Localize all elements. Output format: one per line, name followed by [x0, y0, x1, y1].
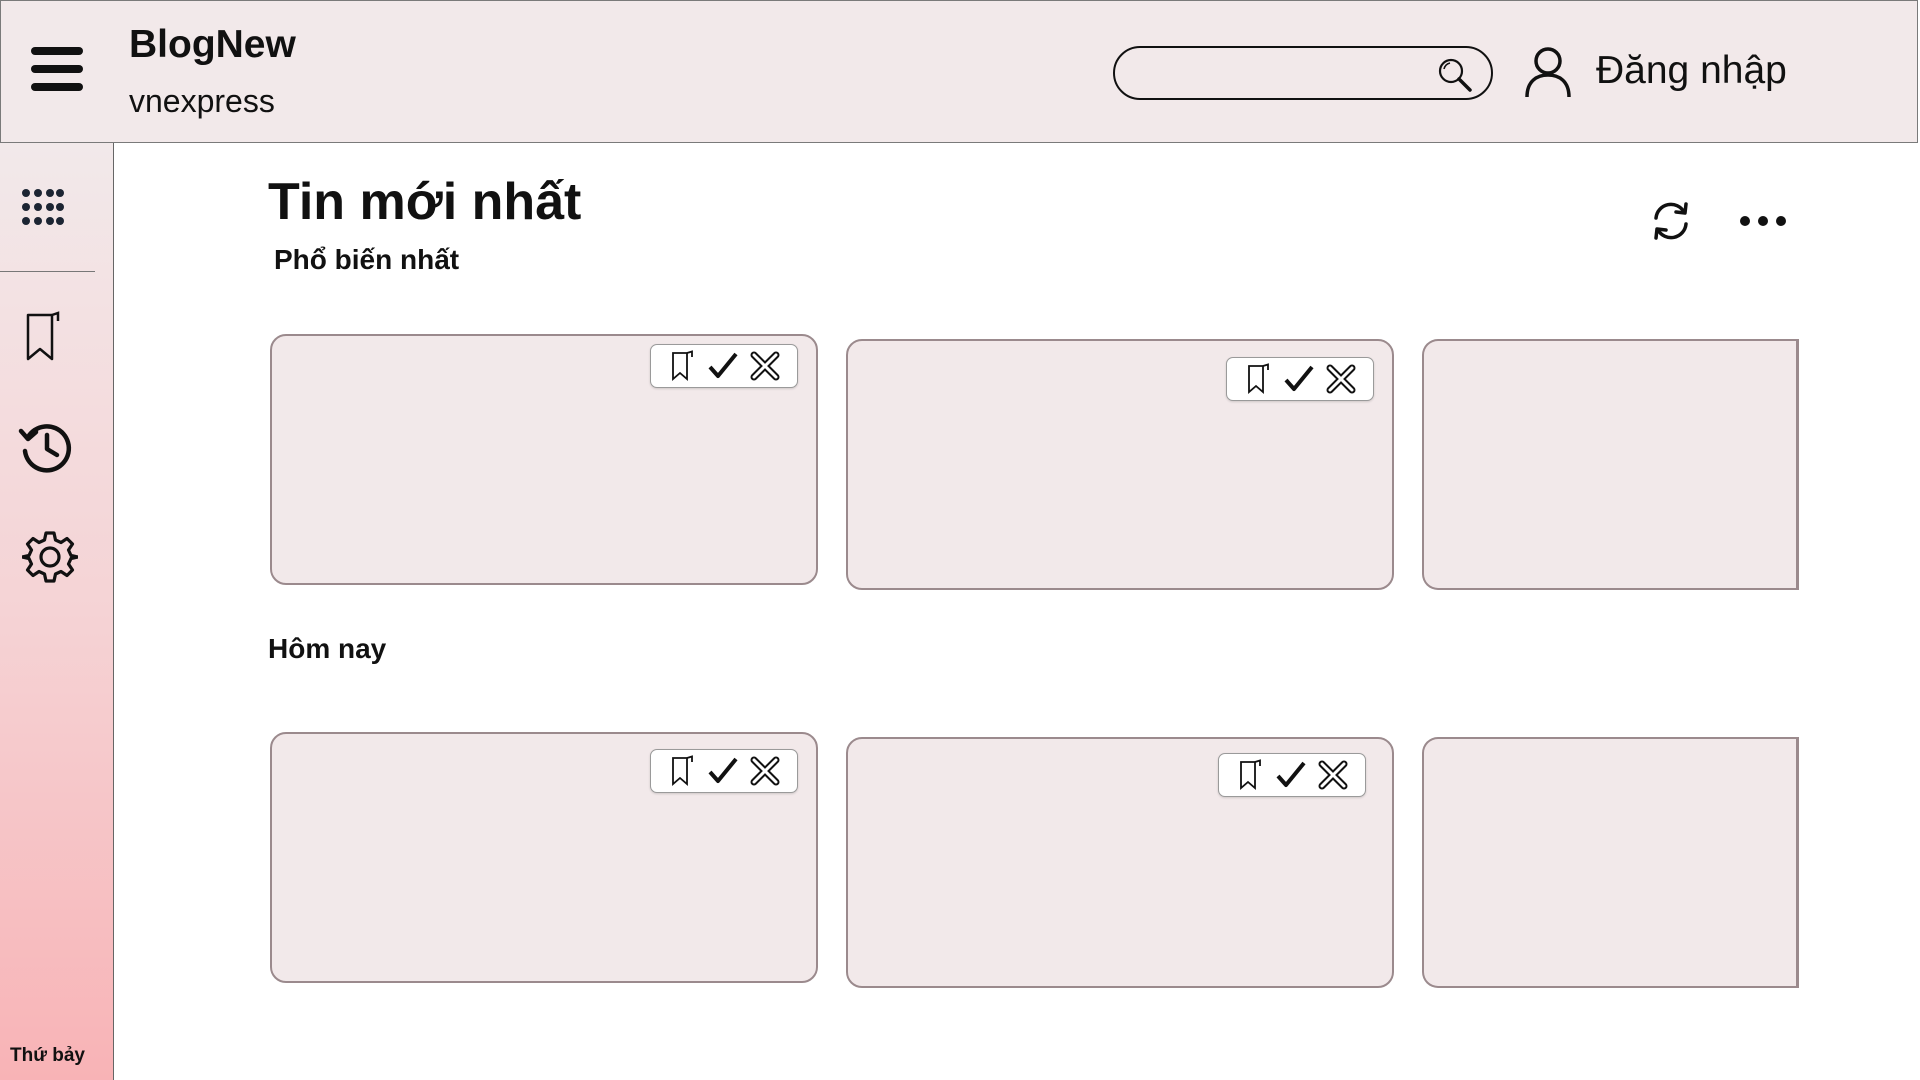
close-icon[interactable] — [749, 755, 781, 787]
refresh-icon[interactable] — [1648, 198, 1694, 244]
bookmark-icon[interactable] — [1243, 363, 1275, 395]
app-title: BlogNew — [129, 23, 296, 66]
history-icon[interactable] — [18, 419, 74, 475]
article-card[interactable] — [846, 737, 1394, 988]
article-card[interactable] — [846, 339, 1394, 590]
bookmark-icon[interactable] — [667, 755, 699, 787]
apps-grid-icon[interactable] — [20, 187, 64, 231]
more-options-icon[interactable] — [1738, 208, 1788, 234]
bookmark-icon[interactable] — [667, 350, 699, 382]
day-label: Thứ bảy — [10, 1045, 85, 1066]
article-card[interactable] — [270, 732, 818, 983]
bookmark-icon[interactable] — [1235, 759, 1267, 791]
user-icon[interactable] — [1523, 45, 1573, 99]
search-box[interactable] — [1113, 46, 1493, 100]
search-input[interactable] — [1135, 56, 1439, 92]
gear-icon[interactable] — [22, 529, 78, 585]
check-icon[interactable] — [1275, 759, 1307, 791]
card-actions — [650, 344, 798, 388]
sidebar: Thứ bảy — [0, 143, 114, 1080]
app-subtitle: vnexpress — [129, 83, 275, 119]
article-card[interactable] — [270, 334, 818, 585]
hamburger-menu-icon[interactable] — [31, 45, 87, 93]
login-link[interactable]: Đăng nhập — [1596, 49, 1787, 93]
card-actions — [650, 749, 798, 793]
check-icon[interactable] — [707, 350, 739, 382]
close-icon[interactable] — [1325, 363, 1357, 395]
top-header: BlogNew vnexpress Đăng nhập — [0, 0, 1918, 143]
article-card[interactable] — [1422, 737, 1799, 988]
section-title-popular: Phổ biến nhất — [274, 244, 460, 275]
close-icon[interactable] — [1317, 759, 1349, 791]
search-icon[interactable] — [1437, 57, 1473, 93]
article-card[interactable] — [1422, 339, 1799, 590]
card-actions — [1226, 357, 1374, 401]
section-title-today: Hôm nay — [268, 633, 387, 664]
card-actions — [1218, 753, 1366, 797]
page-title: Tin mới nhất — [268, 173, 582, 231]
check-icon[interactable] — [1283, 363, 1315, 395]
check-icon[interactable] — [707, 755, 739, 787]
close-icon[interactable] — [749, 350, 781, 382]
bookmark-icon[interactable] — [22, 311, 62, 363]
sidebar-divider — [0, 271, 95, 272]
